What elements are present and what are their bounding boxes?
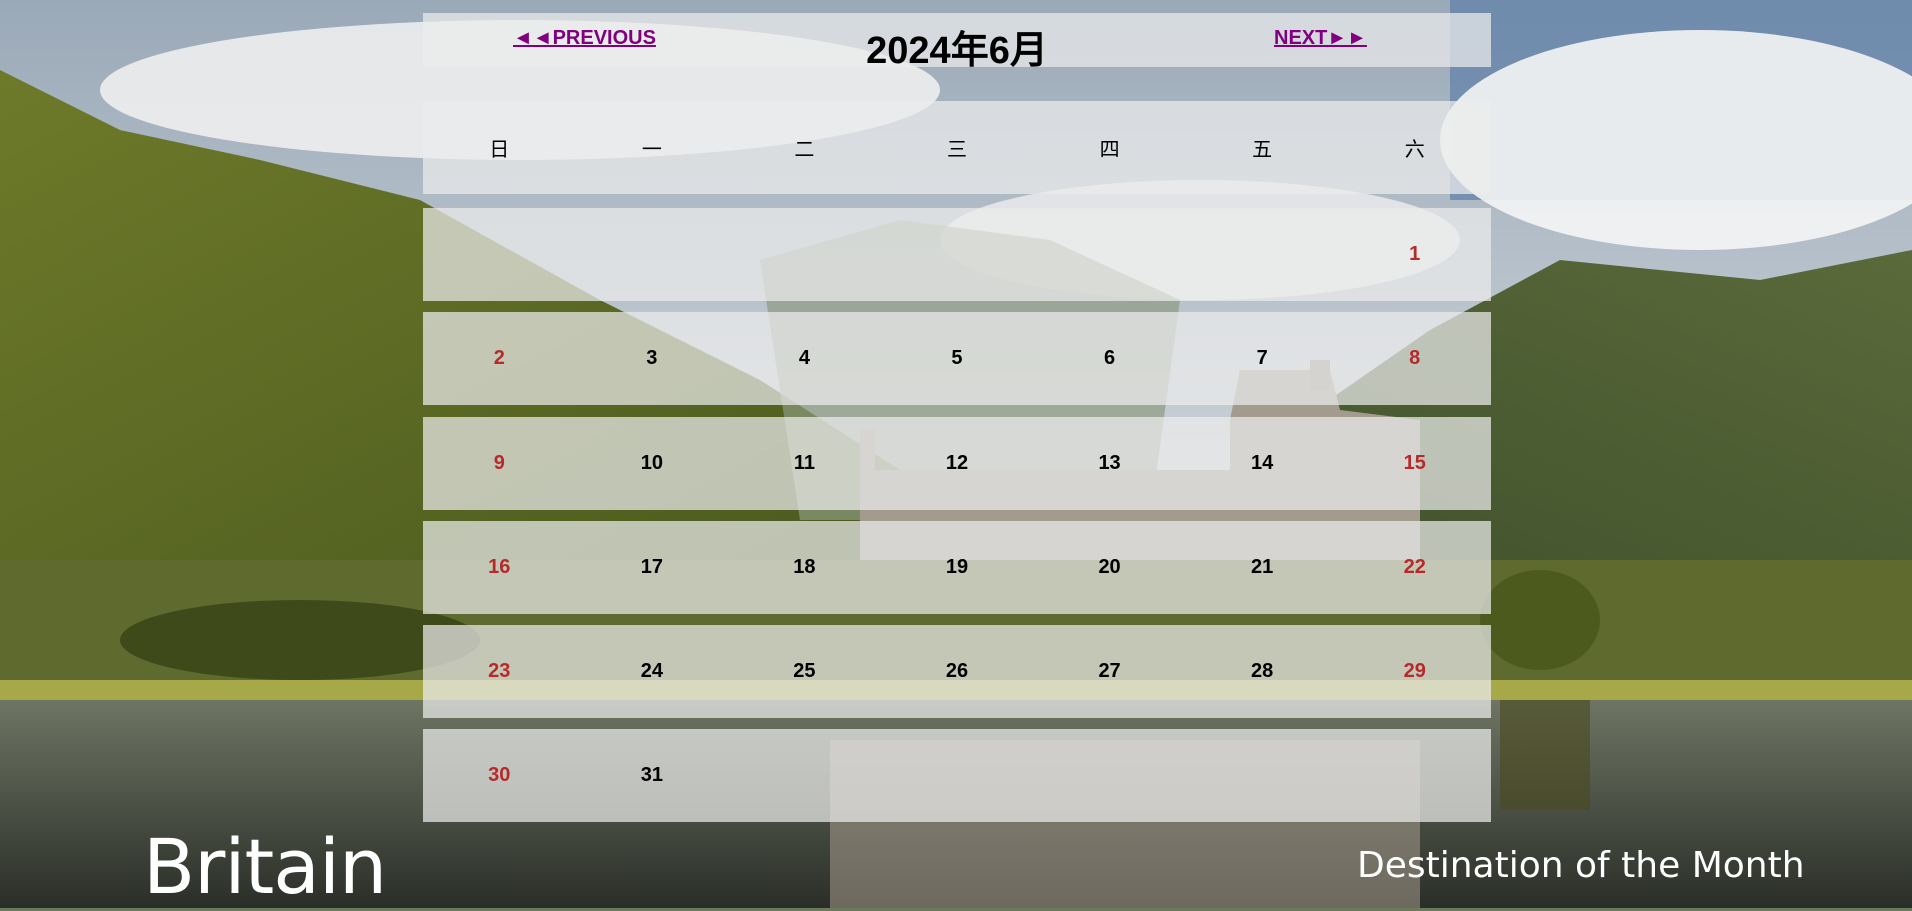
weekday-header-row: 日 一 二 三 四 五 六 — [423, 101, 1491, 194]
day-cell[interactable]: 13 — [1033, 452, 1186, 475]
day-cell[interactable]: 7 — [1186, 347, 1339, 370]
day-cell[interactable]: 18 — [728, 556, 881, 579]
calendar-week-row: 23 24 25 26 27 28 29 — [423, 625, 1491, 718]
calendar-week-row: 2 3 4 5 6 7 8 — [423, 312, 1491, 405]
day-cell[interactable]: 29 — [1338, 660, 1491, 683]
day-cell[interactable]: 31 — [576, 764, 729, 787]
calendar-week-row: 1 — [423, 208, 1491, 301]
day-cell[interactable]: 14 — [1186, 452, 1339, 475]
day-cell[interactable]: 6 — [1033, 347, 1186, 370]
day-cell[interactable]: 3 — [576, 347, 729, 370]
day-cell[interactable]: 21 — [1186, 556, 1339, 579]
day-cell[interactable]: 26 — [881, 660, 1034, 683]
day-cell[interactable]: 17 — [576, 556, 729, 579]
day-cell[interactable]: 24 — [576, 660, 729, 683]
day-cell[interactable]: 9 — [423, 452, 576, 475]
day-cell[interactable]: 12 — [881, 452, 1034, 475]
day-cell[interactable]: 5 — [881, 347, 1034, 370]
day-cell[interactable]: 19 — [881, 556, 1034, 579]
weekday-fri: 五 — [1252, 139, 1273, 161]
day-cell[interactable]: 27 — [1033, 660, 1186, 683]
day-cell[interactable]: 4 — [728, 347, 881, 370]
destination-tagline: Destination of the Month — [1357, 845, 1805, 886]
day-cell[interactable]: 25 — [728, 660, 881, 683]
day-cell[interactable]: 28 — [1186, 660, 1339, 683]
day-cell[interactable]: 30 — [423, 764, 576, 787]
day-cell[interactable]: 11 — [728, 452, 881, 475]
weekday-tue: 二 — [794, 139, 815, 161]
weekday-thu: 四 — [1099, 139, 1120, 161]
day-cell[interactable]: 23 — [423, 660, 576, 683]
day-cell[interactable]: 20 — [1033, 556, 1186, 579]
day-cell[interactable]: 22 — [1338, 556, 1491, 579]
weekday-sun: 日 — [489, 139, 510, 161]
day-cell[interactable]: 15 — [1338, 452, 1491, 475]
day-cell[interactable]: 16 — [423, 556, 576, 579]
calendar-week-row: 30 31 — [423, 729, 1491, 822]
previous-month-link[interactable]: ◄◄PREVIOUS — [513, 27, 656, 50]
calendar-week-row: 9 10 11 12 13 14 15 — [423, 417, 1491, 510]
day-cell[interactable]: 1 — [1338, 243, 1491, 266]
next-month-link[interactable]: NEXT►► — [1274, 27, 1367, 50]
day-cell[interactable]: 2 — [423, 347, 576, 370]
weekday-mon: 一 — [641, 139, 662, 161]
weekday-wed: 三 — [946, 139, 967, 161]
day-cell[interactable]: 8 — [1338, 347, 1491, 370]
calendar-week-row: 16 17 18 19 20 21 22 — [423, 521, 1491, 614]
day-cell[interactable]: 10 — [576, 452, 729, 475]
month-navigation-bar: ◄◄PREVIOUS 2024年6月 NEXT►► — [423, 13, 1491, 72]
destination-name: Britain — [143, 822, 387, 911]
weekday-sat: 六 — [1404, 139, 1425, 161]
